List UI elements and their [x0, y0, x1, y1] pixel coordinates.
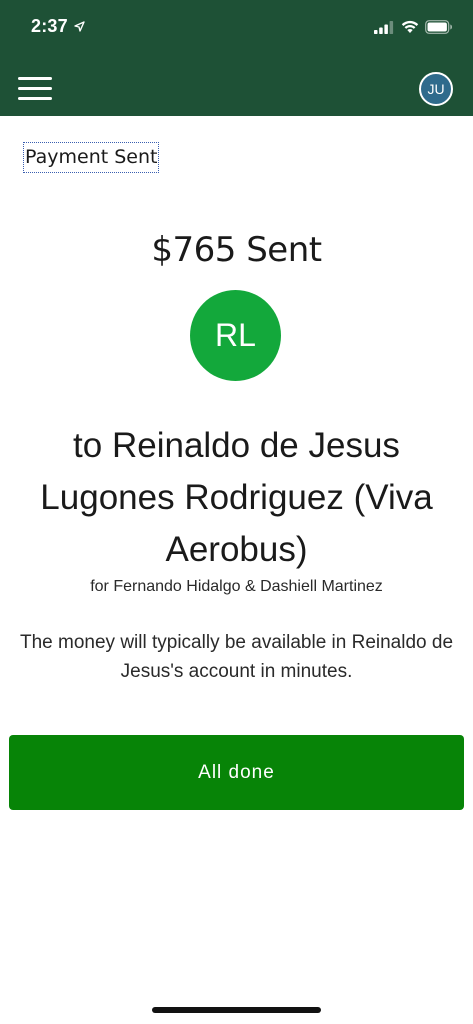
user-avatar-button[interactable]: JU — [419, 72, 453, 106]
cellular-signal-icon — [374, 21, 394, 34]
location-arrow-icon — [74, 21, 85, 32]
status-bar: 2:37 — [0, 0, 473, 56]
battery-icon — [425, 20, 452, 34]
availability-info: The money will typically be available in… — [20, 632, 454, 682]
hamburger-menu-icon[interactable] — [18, 77, 54, 101]
page-title: Payment Sent — [22, 142, 160, 173]
payment-for-line: for Fernando Hidalgo & Dashiell Martinez — [90, 578, 383, 595]
home-indicator[interactable] — [152, 1007, 321, 1013]
all-done-button[interactable]: All done — [9, 735, 464, 810]
top-nav-bar: JU — [0, 56, 473, 116]
amount-sent: $765 Sent — [151, 230, 322, 270]
status-time: 2:37 — [31, 16, 68, 36]
recipient-avatar: RL — [190, 290, 281, 381]
recipient-name: to Reinaldo de Jesus Lugones Rodriguez (… — [40, 426, 433, 569]
wifi-icon — [401, 20, 419, 33]
